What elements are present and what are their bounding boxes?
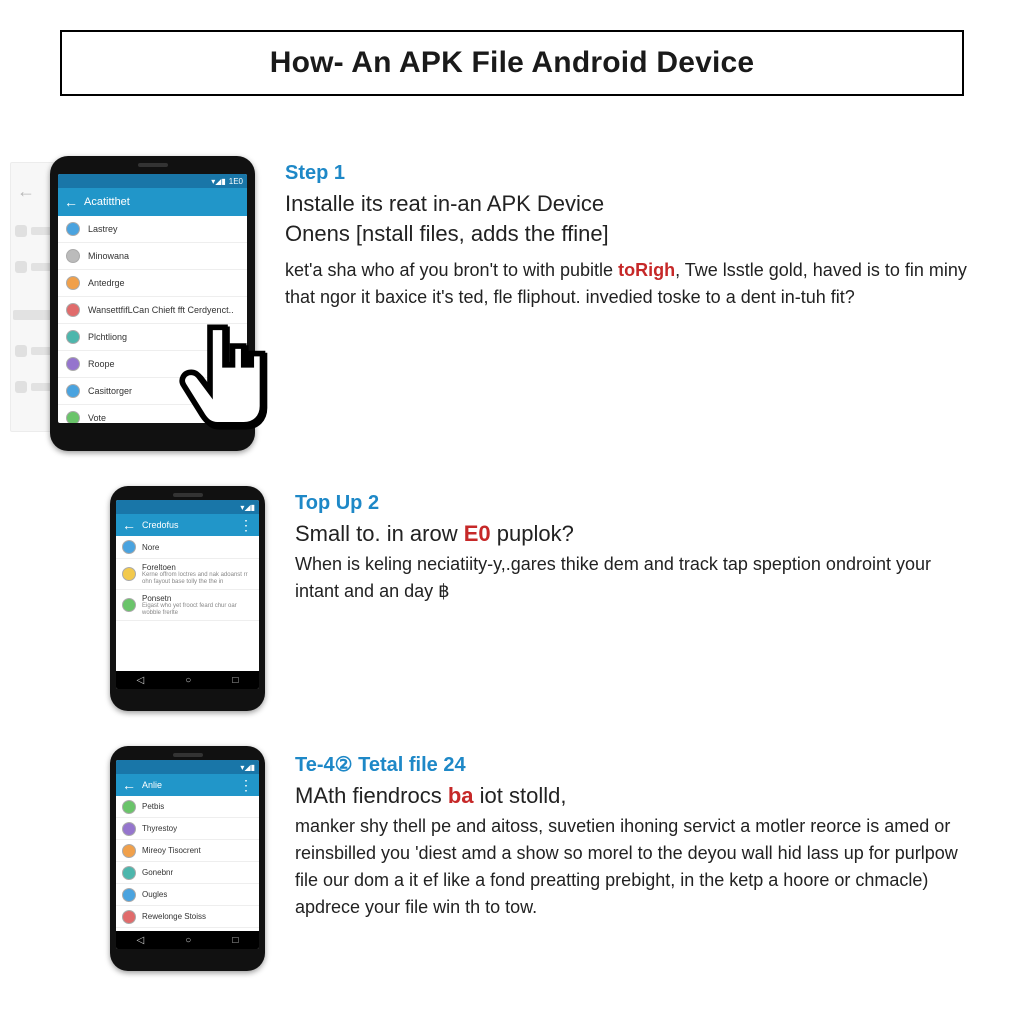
item-icon <box>122 567 136 581</box>
status-bar: ▾◢▮1E0 <box>58 174 247 188</box>
list-item[interactable]: Petbis <box>116 796 259 818</box>
list-item[interactable]: Ougles <box>116 884 259 906</box>
app-header: ← Acatitthet <box>58 188 247 216</box>
more-icon[interactable]: ⋮ <box>239 517 253 534</box>
list-item[interactable]: Antedrge <box>58 270 247 297</box>
step-1-text: Step 1 Installe its reat in-an APK Devic… <box>285 156 974 311</box>
step-body: When is keling neciatiity-y,.gares thike… <box>295 551 974 605</box>
phone-speaker <box>138 163 168 167</box>
android-navbar: ◁ ○ □ <box>116 931 259 949</box>
status-bar: ▾◢▮ <box>116 500 259 514</box>
item-icon <box>122 844 136 858</box>
android-navbar: ◁ ○ □ <box>116 671 259 689</box>
item-icon <box>66 249 80 263</box>
cursor-hand-icon <box>165 311 285 441</box>
step-1-illustration: ← ▾◢▮1E0 ← Acatitthet Lastrey Mi <box>50 156 255 451</box>
item-icon <box>122 800 136 814</box>
phone-screen: ▾◢▮ ← Anlie ⋮ Petbis Thyrestoy Mireoy Ti… <box>116 760 259 949</box>
step-subhead: Small to. in arow E0 puplok? <box>295 521 974 547</box>
phone-speaker <box>173 753 203 757</box>
item-icon <box>122 866 136 880</box>
back-nav-icon[interactable]: ◁ <box>137 935 145 946</box>
item-icon <box>66 384 80 398</box>
page-title: How- An APK File Android Device <box>82 46 942 80</box>
header-title: Anlie <box>142 780 162 790</box>
phone-speaker <box>173 493 203 497</box>
step-body: manker shy thell pe and aitoss, suvetien… <box>295 813 974 921</box>
item-icon <box>66 330 80 344</box>
step-3-illustration: ▾◢▮ ← Anlie ⋮ Petbis Thyrestoy Mireoy Ti… <box>50 746 265 971</box>
item-icon <box>66 411 80 423</box>
phone-mockup-2: ▾◢▮ ← Credofus ⋮ Nore ForeltoenKerne off… <box>110 486 265 711</box>
home-nav-icon[interactable]: ○ <box>185 675 191 686</box>
step-3-text: Te-4② Tetal file 24 MAth fiendrocs ba io… <box>295 746 974 921</box>
step-3: ▾◢▮ ← Anlie ⋮ Petbis Thyrestoy Mireoy Ti… <box>50 746 974 971</box>
step-1: ← ▾◢▮1E0 ← Acatitthet Lastrey Mi <box>50 156 974 451</box>
title-box: How- An APK File Android Device <box>60 30 964 96</box>
red-text: E0 <box>464 521 491 546</box>
app-header: ← Credofus ⋮ <box>116 514 259 536</box>
step-subhead: Installe its reat in-an APK Device <box>285 191 974 217</box>
item-icon <box>66 222 80 236</box>
step-body: ket'a sha who af you bron't to with pubi… <box>285 257 974 311</box>
home-nav-icon[interactable]: ○ <box>185 935 191 946</box>
list-item[interactable]: Gonebnr <box>116 862 259 884</box>
step-label: Top Up 2 <box>295 492 974 515</box>
item-icon <box>122 888 136 902</box>
item-icon <box>122 822 136 836</box>
item-icon <box>66 276 80 290</box>
item-icon <box>66 303 80 317</box>
step-2-text: Top Up 2 Small to. in arow E0 puplok? Wh… <box>295 486 974 605</box>
item-icon <box>122 540 136 554</box>
item-icon <box>66 357 80 371</box>
recent-nav-icon[interactable]: □ <box>232 935 238 946</box>
step-2: ▾◢▮ ← Credofus ⋮ Nore ForeltoenKerne off… <box>50 486 974 711</box>
header-title: Credofus <box>142 520 179 530</box>
phone-screen: ▾◢▮ ← Credofus ⋮ Nore ForeltoenKerne off… <box>116 500 259 689</box>
list-item[interactable]: Rewelonge Stoiss <box>116 906 259 928</box>
step-label: Step 1 <box>285 162 974 185</box>
signal-icon: ▾◢▮ <box>211 177 226 186</box>
list-item[interactable]: Thyrestoy <box>116 818 259 840</box>
step-2-illustration: ▾◢▮ ← Credofus ⋮ Nore ForeltoenKerne off… <box>50 486 265 711</box>
back-icon[interactable]: ← <box>122 777 136 793</box>
red-text: toRigh <box>618 260 675 280</box>
red-text: ba <box>448 783 474 808</box>
step-subhead: MAth fiendrocs ba iot stolld, <box>295 783 974 809</box>
list-item[interactable]: Nore <box>116 536 259 559</box>
app-header: ← Anlie ⋮ <box>116 774 259 796</box>
settings-list: Petbis Thyrestoy Mireoy Tisocrent Gonebn… <box>116 796 259 928</box>
header-title: Acatitthet <box>84 196 130 208</box>
list-item[interactable]: Minowana <box>58 243 247 270</box>
recent-nav-icon[interactable]: □ <box>232 675 238 686</box>
page: How- An APK File Android Device ← ▾◢▮1E0… <box>0 0 1024 1024</box>
settings-list: Nore ForeltoenKerne offrom loctres and n… <box>116 536 259 621</box>
status-bar: ▾◢▮ <box>116 760 259 774</box>
item-icon <box>122 598 136 612</box>
list-item[interactable]: ForeltoenKerne offrom loctres and nak ad… <box>116 559 259 590</box>
back-icon[interactable]: ← <box>122 517 136 533</box>
more-icon[interactable]: ⋮ <box>239 777 253 794</box>
back-nav-icon[interactable]: ◁ <box>137 675 145 686</box>
item-icon <box>122 910 136 924</box>
back-icon[interactable]: ← <box>64 194 78 210</box>
phone-mockup-3: ▾◢▮ ← Anlie ⋮ Petbis Thyrestoy Mireoy Ti… <box>110 746 265 971</box>
time-text: 1E0 <box>229 177 243 186</box>
step-subhead-2: Onens [nstall files, adds the ffine] <box>285 221 974 247</box>
back-arrow-icon: ← <box>17 181 35 202</box>
list-item[interactable]: PonsetnEigast who yet frooct feard chur … <box>116 590 259 621</box>
list-item[interactable]: Mireoy Tisocrent <box>116 840 259 862</box>
list-item[interactable]: Lastrey <box>58 216 247 243</box>
step-label: Te-4② Tetal file 24 <box>295 752 974 777</box>
